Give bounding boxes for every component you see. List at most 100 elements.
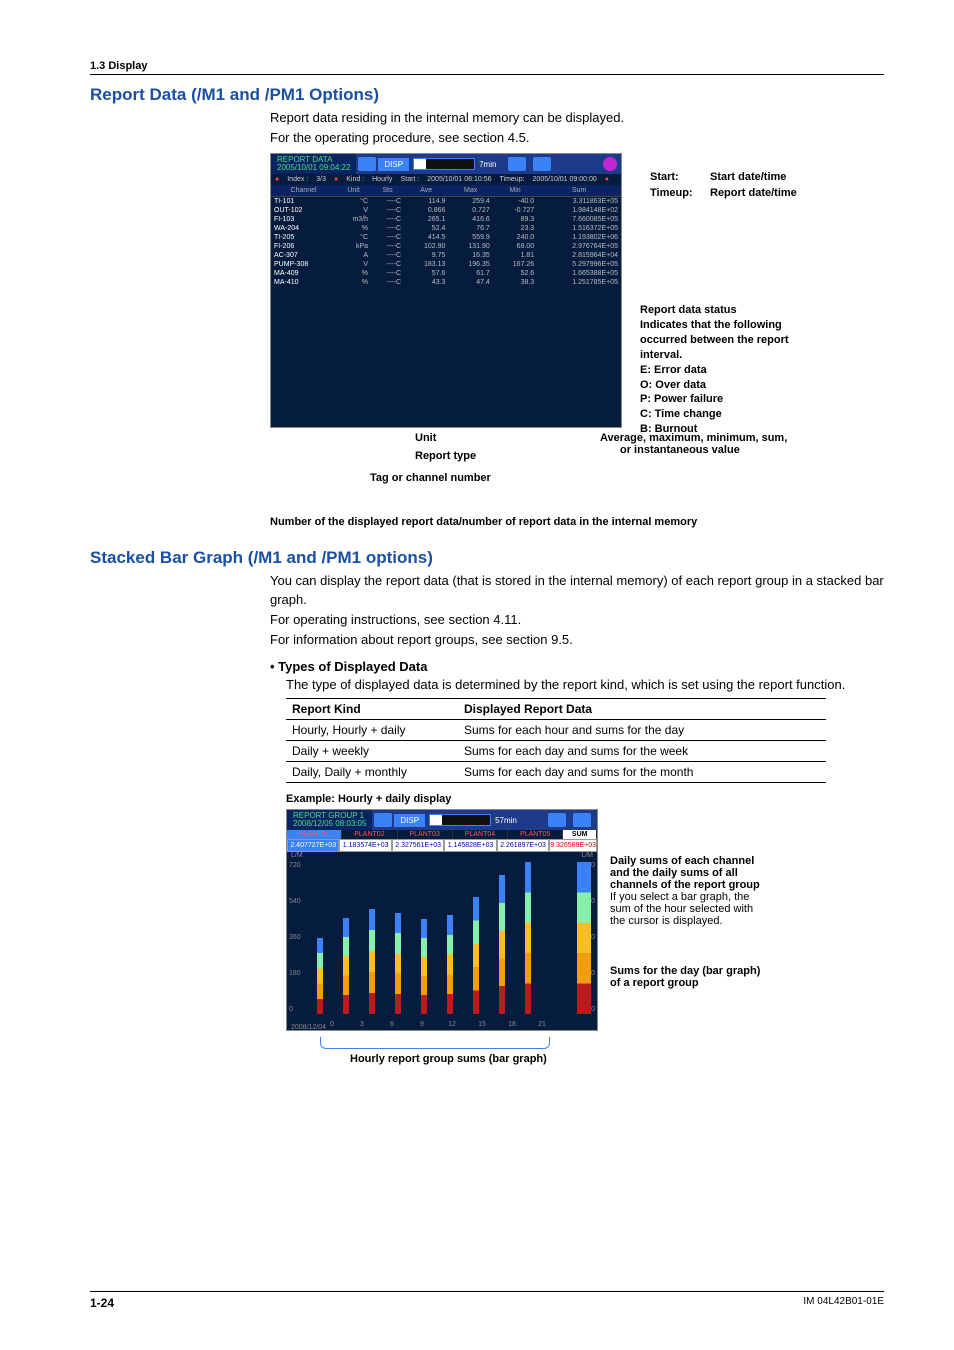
rule [90, 74, 884, 75]
status-c: C: Time change [640, 407, 789, 422]
table-row: Daily + weeklySums for each day and sums… [286, 741, 826, 762]
record-icon[interactable] [603, 157, 617, 171]
table-row: MA-409%----C57.661.752.61.665388E+05 [271, 269, 621, 278]
status-p: P: Power failure [640, 392, 789, 407]
hourly-bar[interactable] [421, 919, 427, 1014]
status-desc: Indicates that the following [640, 318, 789, 333]
sum-cell: 2.261897E+03 [497, 839, 549, 852]
sum-cell: 2.327561E+03 [392, 839, 444, 852]
table-row: FI-206kPa----C102.90131.9068.002.976764E… [271, 242, 621, 251]
heading-stacked-bar: Stacked Bar Graph (/M1 and /PM1 options) [90, 548, 884, 568]
plant-tab[interactable]: PLANT05 [508, 830, 563, 839]
start-label: Start : [401, 176, 420, 183]
section-header: 1.3 Display [90, 60, 884, 72]
time-remaining: 57min [495, 816, 517, 825]
sum-cell: 2.407727E+03 [287, 839, 339, 852]
plant-tab[interactable]: PLANT02 [342, 830, 397, 839]
table-row: PUMP-308V----C183.13196.35167.265.297996… [271, 260, 621, 269]
plant-tab[interactable]: PLANT03 [398, 830, 453, 839]
camera-icon[interactable] [548, 813, 566, 827]
status-e: E: Error data [640, 363, 789, 378]
callout-start-text: Start date/time [710, 171, 786, 183]
callout-start-label: Start: [650, 171, 679, 183]
report-data-screenshot: REPORT DATA 2005/10/01 09:04:22 DISP 7mi… [270, 153, 622, 428]
window-datetime: 2005/10/01 09:04:22 [277, 164, 350, 172]
sum-total: 9.326589E+03 [549, 839, 597, 852]
kind-value: Hourly [372, 176, 392, 183]
callout-timeup-text: Report date/time [710, 187, 797, 199]
time-remaining: 7min [479, 160, 496, 169]
timeup-value: 2005/10/01 09:00:00 [533, 176, 597, 183]
hourly-bar[interactable] [525, 862, 531, 1014]
col-header: Min [493, 185, 537, 197]
hourly-bar[interactable] [447, 915, 453, 1014]
col-header: Sum [537, 185, 621, 197]
callout-tag: Tag or channel number [370, 472, 491, 484]
hourly-bar[interactable] [473, 897, 479, 1014]
table-row: Hourly, Hourly + dailySums for each hour… [286, 720, 826, 741]
table-row: OUT-102V----C0.8660.727-0.7271.984148E+0… [271, 206, 621, 215]
sum-tab: SUM [563, 830, 597, 839]
callout-daily-sums: Daily sums of each channel and the daily… [610, 855, 890, 927]
callout-avg: Average, maximum, minimum, sum, or insta… [600, 432, 787, 456]
start-value: 2005/10/01 08:10:56 [427, 176, 491, 183]
table-row: TI-205°C----C414.5559.9240.01.193802E+06 [271, 233, 621, 242]
table-row: Daily, Daily + monthlySums for each day … [286, 762, 826, 783]
th-kind: Report Kind [286, 699, 458, 720]
callout-hourly-sums: Hourly report group sums (bar graph) [350, 1053, 547, 1065]
keypad-icon[interactable] [573, 813, 591, 827]
sum-cell: 1.145828E+03 [444, 839, 496, 852]
table-row: FI-103m3/h----C265.1416.689.37.660085E+0… [271, 215, 621, 224]
date-label: 2008/12/04 [291, 1024, 326, 1031]
status-desc: interval. [640, 348, 789, 363]
timeup-label: Timeup: [500, 176, 525, 183]
col-header: Ave [404, 185, 448, 197]
col-header: Channel [271, 185, 336, 197]
example-caption: Example: Hourly + daily display [286, 793, 884, 805]
bullet-icon: ● [334, 176, 338, 183]
sum-cell: 1.183574E+03 [339, 839, 391, 852]
doc-id: IM 04L42B01-01E [803, 1296, 884, 1310]
types-desc: The type of displayed data is determined… [286, 676, 884, 694]
disp-button[interactable]: DISP [378, 158, 409, 171]
plant-tab[interactable]: PLANT04 [453, 830, 508, 839]
report-group-screenshot: REPORT GROUP 1 2008/12/05 08:03:05 DISP … [286, 809, 598, 1031]
plant-tab[interactable]: PLANT01 [287, 830, 342, 839]
callout-unit: Unit [415, 432, 436, 444]
unit-left: L/M [291, 852, 303, 859]
intro-2: For the operating procedure, see section… [270, 129, 884, 147]
col-header: Sts [371, 185, 404, 197]
status-o: O: Over data [640, 378, 789, 393]
table-row: AC-307A----C9.7516.351.812.815964E+04 [271, 251, 621, 260]
callout-number: Number of the displayed report data/numb… [270, 516, 884, 528]
col-header: Max [448, 185, 492, 197]
index-value: 3/3 [316, 176, 326, 183]
disp-button[interactable]: DISP [394, 814, 425, 827]
keypad-icon[interactable] [533, 157, 551, 171]
progress-bar [429, 814, 491, 826]
sb-text-3: For information about report groups, see… [270, 631, 884, 649]
daily-sum-bar [577, 862, 591, 1014]
status-head: Report data status [640, 303, 789, 318]
sb-text-2: For operating instructions, see section … [270, 611, 884, 629]
hourly-bar[interactable] [317, 938, 323, 1014]
spacer [558, 157, 598, 171]
hourly-bar[interactable] [369, 909, 375, 1014]
intro-1: Report data residing in the internal mem… [270, 109, 884, 127]
table-row: MA-410%----C43.347.438.31.251785E+05 [271, 278, 621, 287]
status-icon [358, 157, 376, 171]
kind-label: Kind : [346, 176, 364, 183]
index-label: Index : [287, 176, 308, 183]
page-number: 1-24 [90, 1296, 114, 1310]
hourly-bar[interactable] [499, 875, 505, 1014]
callout-sums-day: Sums for the day (bar graph) of a report… [610, 965, 890, 989]
bullet-icon: ● [275, 176, 279, 183]
hourly-bar[interactable] [343, 918, 349, 1014]
th-data: Displayed Report Data [458, 699, 826, 720]
sb-text-1: You can display the report data (that is… [270, 572, 884, 608]
camera-icon[interactable] [508, 157, 526, 171]
hourly-bar[interactable] [395, 913, 401, 1014]
data-table: ChannelUnitStsAveMaxMinSum TI-101°C----C… [271, 185, 621, 287]
callout-timeup-label: Timeup: [650, 187, 693, 199]
window-datetime: 2008/12/05 08:03:05 [293, 820, 366, 828]
